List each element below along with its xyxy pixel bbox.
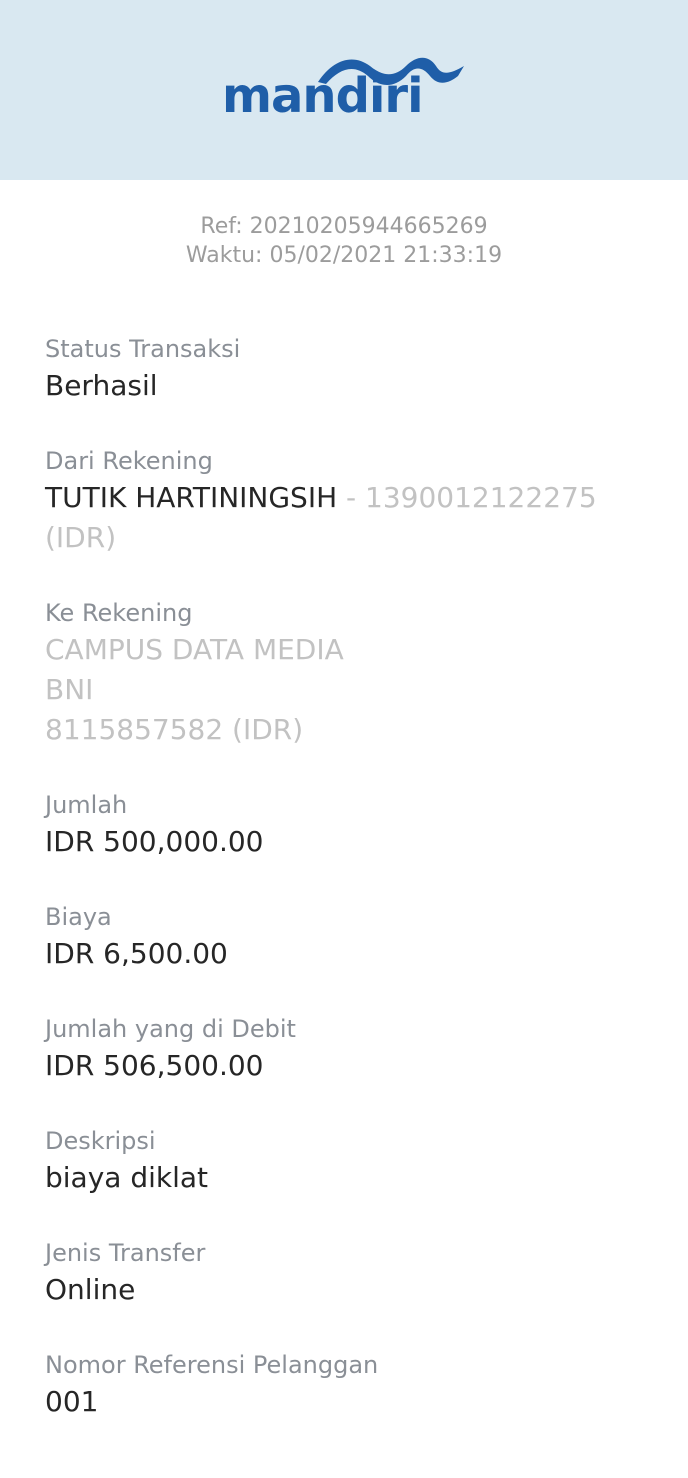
to-account-number: 8115857582 (IDR) bbox=[45, 713, 304, 746]
amount-label: Jumlah bbox=[45, 791, 128, 819]
transaction-meta: Ref: 20210205944665269 Waktu: 05/02/2021… bbox=[0, 212, 688, 270]
customer-reference-value: 001 bbox=[45, 1385, 99, 1418]
status-label: Status Transaksi bbox=[45, 335, 241, 363]
field-transfer-type: Jenis Transfer Online bbox=[45, 1238, 645, 1310]
field-to-account: Ke Rekening CAMPUS DATA MEDIA BNI 811585… bbox=[45, 598, 645, 750]
field-customer-reference: Nomor Referensi Pelanggan 001 bbox=[45, 1350, 645, 1422]
description-label: Deskripsi bbox=[45, 1127, 156, 1155]
debited-value: IDR 506,500.00 bbox=[45, 1049, 264, 1082]
field-amount: Jumlah IDR 500,000.00 bbox=[45, 790, 645, 862]
customer-reference-label: Nomor Referensi Pelanggan bbox=[45, 1351, 379, 1379]
transaction-time: Waktu: 05/02/2021 21:33:19 bbox=[185, 243, 503, 268]
field-debited: Jumlah yang di Debit IDR 506,500.00 bbox=[45, 1014, 645, 1086]
to-account-bank: BNI bbox=[45, 673, 94, 706]
amount-value: IDR 500,000.00 bbox=[45, 825, 264, 858]
transfer-type-label: Jenis Transfer bbox=[45, 1239, 206, 1267]
field-status: Status Transaksi Berhasil bbox=[45, 334, 645, 406]
header-banner: mandiri bbox=[0, 0, 688, 180]
fee-value: IDR 6,500.00 bbox=[45, 937, 228, 970]
from-account-label: Dari Rekening bbox=[45, 447, 213, 475]
mandiri-logo: mandiri bbox=[222, 52, 466, 132]
from-account-value: TUTIK HARTININGSIH - 1390012122275 (IDR) bbox=[45, 478, 645, 558]
fee-label: Biaya bbox=[45, 903, 112, 931]
description-value: biaya diklat bbox=[45, 1161, 209, 1194]
to-account-value: CAMPUS DATA MEDIA BNI 8115857582 (IDR) bbox=[45, 630, 645, 750]
logo-wordmark: mandiri bbox=[222, 68, 424, 124]
to-account-name: CAMPUS DATA MEDIA bbox=[45, 633, 344, 666]
from-account-number: - 1390012122275 bbox=[337, 481, 597, 514]
to-account-label: Ke Rekening bbox=[45, 599, 193, 627]
field-from-account: Dari Rekening TUTIK HARTININGSIH - 13900… bbox=[45, 446, 645, 558]
status-value: Berhasil bbox=[45, 369, 158, 402]
field-description: Deskripsi biaya diklat bbox=[45, 1126, 645, 1198]
transfer-type-value: Online bbox=[45, 1273, 136, 1306]
reference-number: Ref: 20210205944665269 bbox=[200, 214, 488, 239]
debited-label: Jumlah yang di Debit bbox=[45, 1015, 296, 1043]
from-account-name: TUTIK HARTININGSIH bbox=[45, 481, 338, 514]
from-account-currency: (IDR) bbox=[45, 521, 117, 554]
field-fee: Biaya IDR 6,500.00 bbox=[45, 902, 645, 974]
